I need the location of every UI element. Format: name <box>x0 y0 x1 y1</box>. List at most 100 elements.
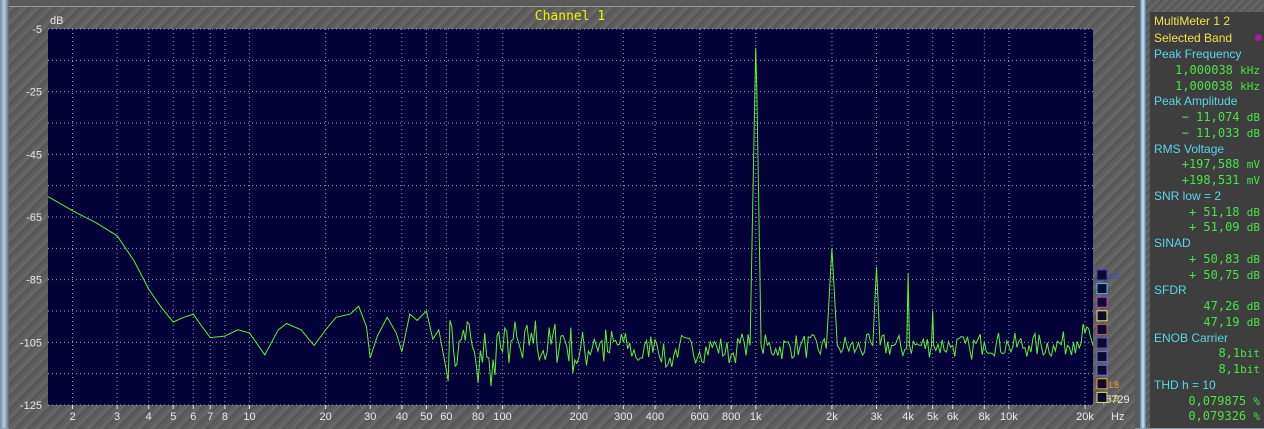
meter-text: 1,000038 <box>1175 78 1241 93</box>
legend-box-9[interactable] <box>1096 391 1108 403</box>
meter-text: − 11,074 <box>1181 110 1247 124</box>
meter-text: 0,079326 <box>1188 409 1254 424</box>
x-tick-label: 4 <box>146 411 152 423</box>
legend-box-7[interactable] <box>1096 364 1108 376</box>
meter-unit: kHz <box>1240 79 1260 93</box>
meter-text: THD h = 10 <box>1154 377 1216 392</box>
x-tick-label: 10k <box>1000 411 1018 423</box>
meter-value: 1,000038 kHz <box>1154 78 1260 94</box>
x-tick-label: 40 <box>396 411 408 423</box>
x-tick-label: 30 <box>364 411 376 423</box>
meter-unit: bit <box>1240 363 1260 376</box>
x-tick-label: 50 <box>420 411 432 423</box>
meter-value: 0,079875 % <box>1154 393 1260 409</box>
meter-value: + 51,09 dB <box>1154 219 1260 235</box>
meter-unit: mV <box>1246 174 1260 187</box>
legend-box-5[interactable] <box>1096 337 1108 349</box>
x-tick-label: 3 <box>114 411 120 423</box>
meter-value: + 50,83 dB <box>1154 251 1260 267</box>
meter-label: ENOB Carrier <box>1154 330 1260 346</box>
legend-box-0[interactable] <box>1096 269 1108 281</box>
meter-text: 47,26 <box>1203 299 1247 313</box>
x-tick-label: 6 <box>190 411 196 423</box>
y-tick-label: -5 <box>32 24 42 36</box>
meter-text: 47,19 <box>1203 314 1247 329</box>
meter-text: 8,1 <box>1218 362 1241 376</box>
legend-label: L8 <box>1109 380 1119 390</box>
selected-band-label: Selected Band <box>1154 31 1233 45</box>
spectrum-chart[interactable]: -5 -25 -45 -65 -85 -105 -125 2 3 4 5 6 7 8 10 20 30 40 50 6… <box>0 0 1140 428</box>
meter-value: +198,531 mV <box>1154 172 1260 188</box>
meter-label: SINAD <box>1154 235 1260 251</box>
meter-label: RMS Voltage <box>1154 141 1260 157</box>
selected-band-row[interactable]: Selected Band <box>1154 30 1262 46</box>
multimeter-title: MultiMeter 1 2 <box>1154 14 1231 28</box>
x-axis-unit: Hz <box>1111 411 1124 423</box>
y-tick-label: -25 <box>26 87 42 99</box>
x-tick-label: 2k <box>826 411 838 423</box>
meter-unit: kHz <box>1240 63 1260 77</box>
meter-value: 47,19 dB <box>1154 314 1260 330</box>
meter-unit: dB <box>1246 221 1260 235</box>
meter-text: ENOB Carrier <box>1154 330 1229 345</box>
x-tick-label: 200 <box>570 411 588 423</box>
meter-text: + 50,83 <box>1188 251 1247 266</box>
x-tick-label: 60 <box>440 411 452 423</box>
meter-text: + 51,09 <box>1188 220 1247 235</box>
legend-label: L0 <box>1109 271 1119 281</box>
spectrum-window: Channel 1 -5 -25 -45 -65 -85 -105 -125 2 3 4 5 6 7 8 1… <box>0 0 1140 429</box>
legend-box-8[interactable] <box>1096 378 1108 390</box>
x-tick-label: 400 <box>646 411 664 423</box>
meter-unit: dB <box>1246 300 1260 313</box>
y-tick-label: -45 <box>26 149 42 161</box>
multimeter-panel: MultiMeter 1 2 Selected Band Peak Freque… <box>1150 12 1264 428</box>
meter-text: 8,1 <box>1218 346 1241 361</box>
meter-text: − 11,033 <box>1181 125 1247 140</box>
meter-text: 0,079875 <box>1188 393 1254 408</box>
meter-value: − 11,033 dB <box>1154 125 1260 141</box>
x-tick-label: 300 <box>614 411 632 423</box>
y-axis-unit: dB <box>50 15 63 27</box>
meter-value: 8,1bit <box>1154 345 1260 361</box>
meter-text: SFDR <box>1154 283 1187 298</box>
y-tick-label: -125 <box>20 400 42 412</box>
x-tick-label: 20 <box>320 411 332 423</box>
meter-unit: mV <box>1246 158 1260 172</box>
x-tick-label: 5 <box>170 411 176 423</box>
meter-text: + 50,75 <box>1188 267 1247 282</box>
meter-unit: dB <box>1246 205 1260 219</box>
meter-value: + 51,18 dB <box>1154 204 1260 220</box>
x-tick-label: 800 <box>722 411 740 423</box>
x-tick-label: 600 <box>690 411 708 423</box>
legend-box-1[interactable] <box>1096 283 1108 295</box>
meter-label: SFDR <box>1154 282 1260 298</box>
x-tick-label: 100 <box>493 411 511 423</box>
meter-value: 8,1bit <box>1154 361 1260 377</box>
legend-box-3[interactable] <box>1096 310 1108 322</box>
meter-unit: bit <box>1240 347 1260 361</box>
x-tick-label: 10 <box>243 411 255 423</box>
x-tick-label: 3k <box>871 411 883 423</box>
x-tick-label: 1k <box>750 411 762 423</box>
meter-text: 1,000038 <box>1175 62 1241 77</box>
meter-text: Peak Amplitude <box>1154 94 1238 109</box>
meter-unit: dB <box>1246 268 1260 282</box>
meter-value: +197,588 mV <box>1154 156 1260 172</box>
band-indicator-icon[interactable] <box>1255 34 1262 41</box>
x-tick-label: 8 <box>222 411 228 423</box>
meter-value: + 50,75 dB <box>1154 267 1260 283</box>
x-tick-label: 2 <box>69 411 75 423</box>
legend-box-2[interactable] <box>1096 296 1108 308</box>
meter-value: − 11,074 dB <box>1154 109 1260 125</box>
meter-value: 1,000038 kHz <box>1154 62 1260 78</box>
meter-unit: % <box>1253 394 1260 408</box>
meter-text: RMS Voltage <box>1154 141 1225 156</box>
legend-box-6[interactable] <box>1096 351 1108 363</box>
legend-box-4[interactable] <box>1096 323 1108 335</box>
x-tick-label: 5k <box>927 411 939 423</box>
meter-unit: dB <box>1246 315 1260 329</box>
x-tick-label: 6k <box>947 411 959 423</box>
meter-value: 47,26 dB <box>1154 298 1260 314</box>
y-tick-label: -85 <box>26 275 42 287</box>
x-tick-label: 80 <box>472 411 484 423</box>
